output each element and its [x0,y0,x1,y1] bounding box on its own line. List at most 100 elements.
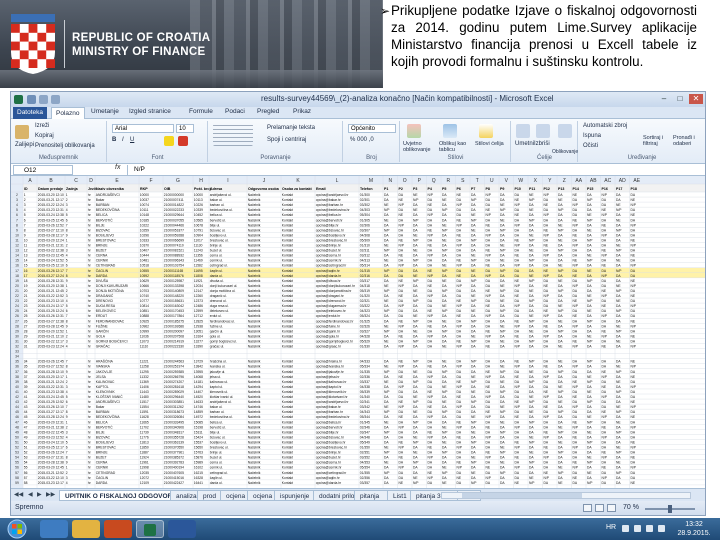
tab-review[interactable]: Pregled [257,108,279,115]
word-icon[interactable] [168,520,196,538]
font-name-select[interactable]: Arial [112,124,174,133]
cut-button[interactable]: Izreži [35,123,49,129]
fill-color-icon[interactable] [164,136,174,146]
ie-icon[interactable] [40,520,68,538]
cell: N/P [587,238,593,242]
language-indicator[interactable]: HR [606,524,616,531]
cell-styles-icon[interactable] [479,124,493,138]
sort-filter-button[interactable]: Sortiraj i filtriraj [643,135,671,147]
tab-insert[interactable]: Umetanje [91,108,119,115]
cell: DA [515,420,520,424]
conditional-format-button[interactable]: Uvjetno oblikovanje [403,141,437,153]
tab-data[interactable]: Podaci [225,108,245,115]
cell: DA [428,218,433,222]
start-button-icon[interactable] [0,518,34,540]
tab-page-layout[interactable]: Izgled stranice [129,108,171,115]
sheet-tab[interactable]: ispunjenje [274,490,314,501]
font-color-icon[interactable] [178,136,188,146]
tab-file[interactable]: Datoteka [13,107,48,119]
row-number: 19 [15,279,19,283]
tray-up-icon[interactable] [622,525,629,532]
delete-cells-icon[interactable] [536,124,550,138]
zoom-level[interactable]: 70 % [623,504,639,511]
number-format-select[interactable]: Općenito [348,124,396,133]
find-select-button[interactable]: Pronađi i odaberi [673,135,703,147]
cell: NE [428,430,433,434]
minimize-icon[interactable]: – [657,94,671,104]
first-sheet-icon[interactable]: ◀◀ [14,491,23,498]
sheet-tab[interactable]: UPITNIK O FISKALNOJ ODGOVORNOSTI [59,490,171,501]
next-sheet-icon[interactable]: ▶ [37,491,42,498]
spreadsheet-grid[interactable]: A B C D E F G H I J K L M N O P Q R S T U V W X Y Z AA AB AC AD AE ID Da… [11,176,705,488]
last-sheet-icon[interactable]: ▶▶ [46,491,55,498]
bold-button[interactable]: B [112,137,116,143]
zoom-slider-thumb[interactable] [668,505,672,513]
fill-button[interactable]: Ispuna [583,133,601,139]
font-size-select[interactable]: 10 [176,124,194,133]
format-as-table-button[interactable]: Oblikuj kao tablicu [439,141,471,153]
sheet-tab[interactable]: analiza [170,490,198,501]
sheet-tab[interactable]: ocjena [220,490,248,501]
conditional-format-icon[interactable] [407,124,421,138]
excel-app-icon[interactable] [14,95,23,104]
row-number: 33 [15,350,19,354]
sheet-tab[interactable]: pitanja [354,490,388,501]
cell: DA [500,279,505,283]
tab-home[interactable]: Polazno [51,107,85,119]
format-painter-button[interactable]: Prenositelj oblikovanja [35,143,95,149]
volume-icon[interactable] [646,525,653,532]
sheet-tab[interactable]: dodatni prilog [313,490,355,501]
cell: N/P [500,471,506,475]
sheet-tab[interactable]: ocjena [247,490,275,501]
cell-styles-button[interactable]: Stilovi ćelija [475,141,509,147]
excel-taskbar-icon[interactable] [136,520,164,538]
paste-icon[interactable] [15,125,29,139]
close-icon[interactable]: ✕ [689,94,703,104]
format-table-icon[interactable] [443,124,457,138]
cell: DA [413,385,418,389]
delete-button[interactable]: Izbriši [534,141,550,147]
underline-button[interactable]: U [130,137,134,143]
italic-button[interactable]: I [122,137,124,143]
redo-icon[interactable] [51,95,60,104]
maximize-icon[interactable]: □ [673,94,687,104]
merge-center-button[interactable]: Spoji i centriraj [267,137,306,143]
name-box[interactable]: O12 [13,165,73,175]
copy-button[interactable]: Kopiraj [35,133,54,139]
flag-icon[interactable] [658,525,665,532]
number-format-buttons[interactable]: % 000 ,0 [350,137,374,143]
insert-button[interactable]: Umetni [515,141,534,147]
sheet-tab[interactable]: prod [197,490,221,501]
prev-sheet-icon[interactable]: ◀ [28,491,33,498]
insert-cells-icon[interactable] [516,124,530,138]
page-break-view-icon[interactable] [607,504,616,512]
cell: 21000074110 [164,244,184,248]
clear-button[interactable]: Očisti [583,143,598,149]
cell: bosiljevo ul. [210,233,227,237]
autosum-button[interactable]: Automatski zbroj [583,123,627,129]
format-cells-icon[interactable] [558,124,572,138]
formula-input[interactable]: N/P [127,165,687,175]
page-layout-view-icon[interactable] [595,504,604,512]
undo-icon[interactable] [39,95,48,104]
system-clock[interactable]: 13:32 28.9.2015. [674,520,714,538]
sheet-tab[interactable]: List1 [387,490,411,501]
horizontal-scrollbar[interactable] [441,492,691,499]
explorer-icon[interactable] [72,520,100,538]
cell: DA [587,405,592,409]
cell: N/P [486,375,492,379]
save-icon[interactable] [27,95,36,104]
align-icons[interactable] [213,124,253,146]
cell: N/P [529,420,535,424]
scroll-thumb[interactable] [462,493,582,498]
cell: N/P [500,370,506,374]
fx-icon[interactable]: fx [115,164,120,171]
network-icon[interactable] [634,525,641,532]
tab-formulas[interactable]: Formule [189,108,213,115]
normal-view-icon[interactable] [583,504,592,512]
cell: hr [88,198,92,202]
powerpoint-icon[interactable] [104,520,132,538]
grid-canvas[interactable]: A B C D E F G H I J K L M N O P Q R S T U V W X Y Z AA AB AC AD AEID Da… [11,176,705,488]
wrap-text-button[interactable]: Prelamanje teksta [267,125,315,131]
tab-view[interactable]: Prikaz [293,108,311,115]
